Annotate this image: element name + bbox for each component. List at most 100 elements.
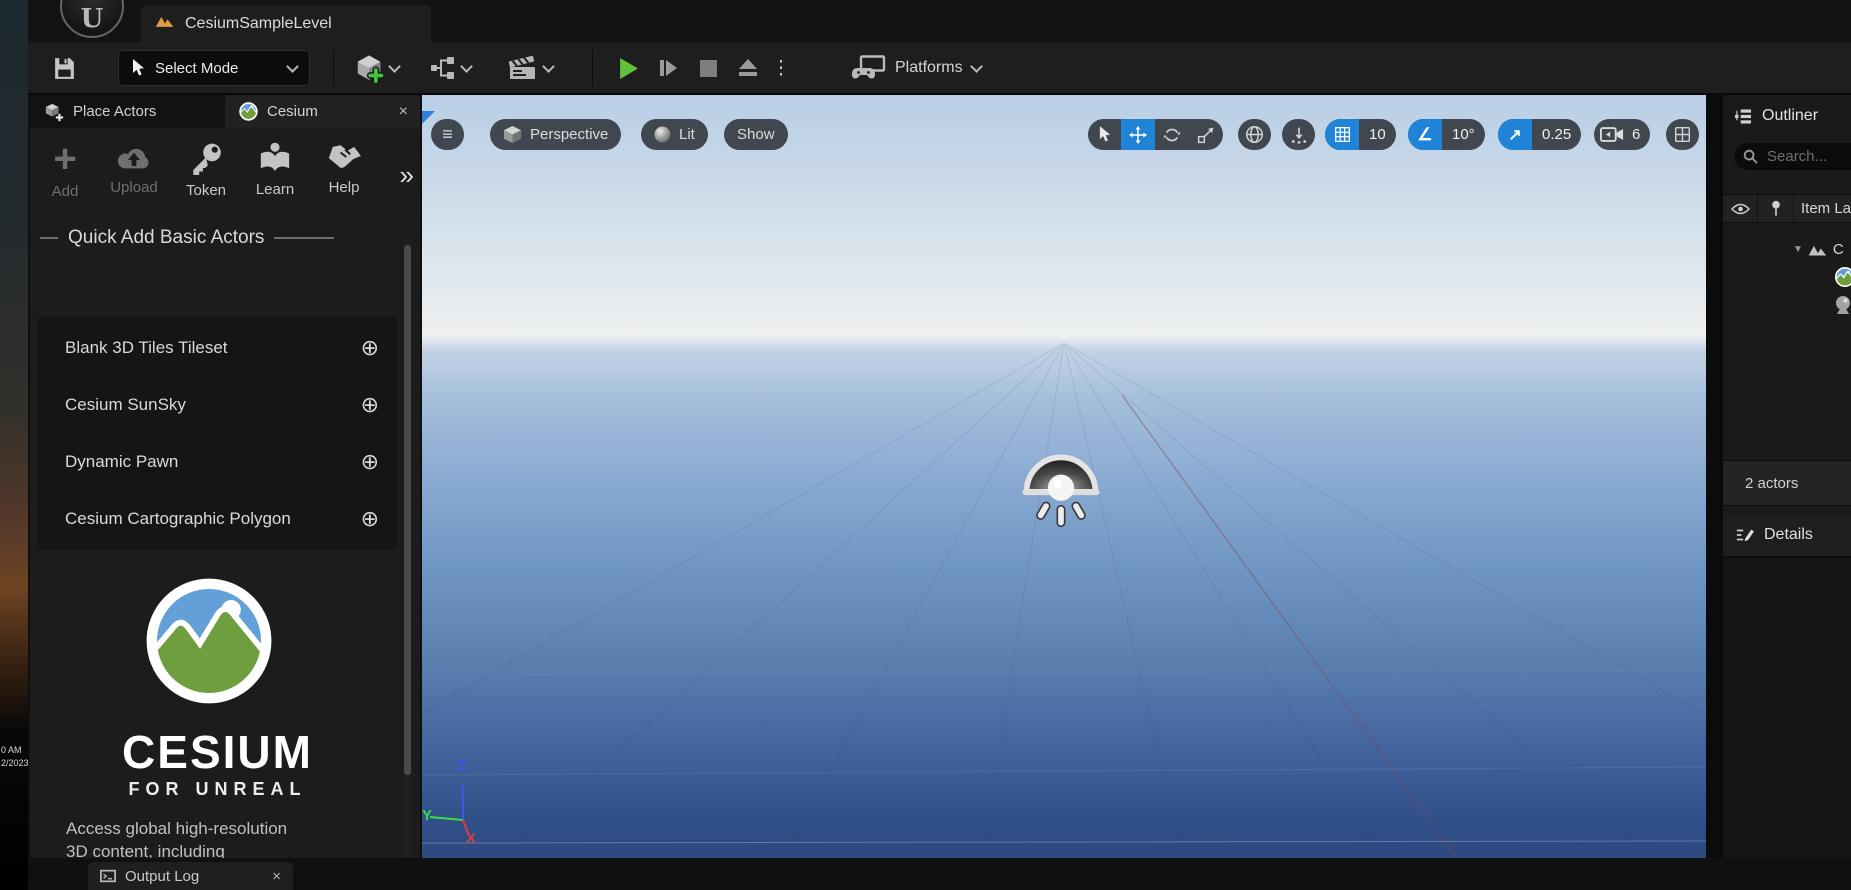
skylight-gizmo[interactable] xyxy=(1020,445,1102,533)
scale-icon xyxy=(1197,126,1215,144)
scale-snap-group: ↗ 0.25 xyxy=(1498,119,1581,150)
search-icon xyxy=(1743,149,1758,164)
desktop-wallpaper-strip: 0 AM 2/2023 xyxy=(0,0,28,890)
maximize-viewport-button[interactable] xyxy=(1666,119,1699,150)
visibility-column-button[interactable] xyxy=(1723,203,1757,215)
select-mode-label: Select Mode xyxy=(155,60,238,77)
token-button[interactable]: Token xyxy=(175,142,237,199)
tree-row-cesium-actor[interactable] xyxy=(1835,264,1851,290)
add-circle-icon[interactable]: ⊕ xyxy=(361,392,379,418)
blueprints-button[interactable] xyxy=(420,48,480,88)
stop-button[interactable] xyxy=(688,48,728,88)
tree-row-level[interactable]: ▼ C xyxy=(1793,236,1844,262)
cloud-upload-icon xyxy=(116,142,152,172)
chevron-down-icon xyxy=(542,60,555,73)
play-button[interactable] xyxy=(608,48,648,88)
list-item-blank-3d-tiles[interactable]: Blank 3D Tiles Tileset ⊕ xyxy=(37,323,397,373)
search-input[interactable] xyxy=(1765,147,1849,166)
level-viewport[interactable]: ≡ Perspective Lit Show xyxy=(422,95,1706,858)
tree-row-skylight-actor[interactable] xyxy=(1833,292,1851,318)
list-item-cartographic-polygon[interactable]: Cesium Cartographic Polygon ⊕ xyxy=(37,494,397,544)
play-options-button[interactable]: ⋮ xyxy=(768,48,794,88)
tab-details[interactable]: Details xyxy=(1723,514,1851,556)
cesium-actions-row: + Add Upload Token xyxy=(30,128,420,228)
camera-speed-button[interactable] xyxy=(1594,119,1630,150)
grid-icon xyxy=(1334,126,1351,143)
desktop-clock: 0 AM 2/2023 xyxy=(1,744,28,770)
scale-tool-button[interactable] xyxy=(1189,119,1223,150)
scale-snap-value[interactable]: 0.25 xyxy=(1532,119,1581,150)
item-label-column[interactable]: Item La xyxy=(1794,200,1851,217)
pin-column-button[interactable] xyxy=(1758,200,1793,218)
chevron-down-icon xyxy=(388,60,401,73)
scrollbar-thumb[interactable] xyxy=(404,245,411,775)
cube-icon xyxy=(503,125,522,144)
tab-place-actors[interactable]: Place Actors xyxy=(30,95,225,128)
tab-label: Cesium xyxy=(267,103,318,120)
save-button[interactable] xyxy=(46,48,82,88)
list-item-dynamic-pawn[interactable]: Dynamic Pawn ⊕ xyxy=(37,437,397,487)
close-icon[interactable]: × xyxy=(272,868,281,885)
toolbar-divider xyxy=(333,50,334,86)
world-space-toggle-button[interactable] xyxy=(1238,119,1271,150)
level-mountain-icon xyxy=(1807,241,1829,258)
save-icon xyxy=(52,55,77,82)
rotation-snap-value[interactable]: 10° xyxy=(1442,119,1485,150)
surface-snapping-button[interactable] xyxy=(1282,119,1315,150)
outliner-title: Outliner xyxy=(1762,107,1818,125)
outliner-icon xyxy=(1735,109,1752,124)
lit-dropdown[interactable]: Lit xyxy=(641,119,708,150)
scale-snap-toggle-button[interactable]: ↗ xyxy=(1498,119,1532,150)
rotate-tool-button[interactable] xyxy=(1155,119,1189,150)
platforms-label: Platforms xyxy=(895,59,963,77)
upload-button[interactable]: Upload xyxy=(103,142,165,196)
cesium-description: Access global high-resolution 3D content… xyxy=(66,817,287,863)
panel-splitter[interactable] xyxy=(1706,95,1723,890)
add-actor-icon xyxy=(354,53,384,83)
select-mode-dropdown[interactable]: Select Mode xyxy=(118,50,310,86)
add-circle-icon[interactable]: ⊕ xyxy=(361,506,379,532)
tab-label: Place Actors xyxy=(73,103,156,120)
surface-snap-icon xyxy=(1290,126,1308,144)
help-button[interactable]: Help xyxy=(313,142,375,196)
output-log-icon xyxy=(100,868,116,884)
show-dropdown[interactable]: Show xyxy=(724,119,788,150)
outliner-panel: Outliner Item La ▼ C xyxy=(1723,95,1851,890)
add-circle-icon[interactable]: ⊕ xyxy=(361,335,379,361)
cinematics-button[interactable] xyxy=(497,48,563,88)
add-circle-icon[interactable]: ⊕ xyxy=(361,449,379,475)
add-actor-button[interactable] xyxy=(345,48,407,88)
rotation-snap-toggle-button[interactable]: ∠ xyxy=(1408,119,1442,150)
tab-cesium[interactable]: Cesium × xyxy=(225,95,420,128)
eject-button[interactable] xyxy=(728,48,768,88)
move-tool-button[interactable] xyxy=(1121,119,1155,150)
cesium-logo xyxy=(144,576,274,706)
ellipsis-icon: ⋮ xyxy=(772,57,791,80)
viewport-options-button[interactable]: ≡ xyxy=(431,119,464,150)
grid-snap-value[interactable]: 10 xyxy=(1359,119,1396,150)
perspective-dropdown[interactable]: Perspective xyxy=(490,119,621,150)
learn-button[interactable]: Learn xyxy=(244,142,306,198)
platforms-dropdown[interactable]: Platforms xyxy=(852,48,981,88)
unreal-editor-window: 0 AM 2/2023 U CesiumSampleLevel Select M… xyxy=(0,0,1851,890)
frame-skip-button[interactable] xyxy=(648,48,688,88)
actors-count-bar: 2 actors xyxy=(1723,460,1851,506)
level-mountain-icon xyxy=(155,13,175,34)
list-item-cesium-sunsky[interactable]: Cesium SunSky ⊕ xyxy=(37,380,397,430)
select-tool-button[interactable] xyxy=(1088,119,1121,150)
unreal-logo-icon[interactable]: U xyxy=(60,0,124,38)
tree-row-label: C xyxy=(1833,241,1844,258)
tab-level[interactable]: CesiumSampleLevel xyxy=(141,5,431,42)
overflow-chevrons-icon[interactable]: » xyxy=(400,160,414,191)
diagonal-arrow-icon: ↗ xyxy=(1508,125,1521,145)
play-controls: ⋮ xyxy=(608,48,794,88)
grid-snap-toggle-button[interactable] xyxy=(1325,119,1359,150)
frame-skip-icon xyxy=(658,58,678,78)
eye-icon xyxy=(1731,203,1750,215)
outliner-header[interactable]: Outliner xyxy=(1723,95,1851,137)
tree-expand-icon[interactable]: ▼ xyxy=(1793,244,1803,255)
add-button[interactable]: + Add xyxy=(34,142,96,200)
close-icon[interactable]: × xyxy=(399,103,408,121)
outliner-search[interactable] xyxy=(1734,143,1851,170)
tab-output-log[interactable]: Output Log × xyxy=(88,862,293,890)
